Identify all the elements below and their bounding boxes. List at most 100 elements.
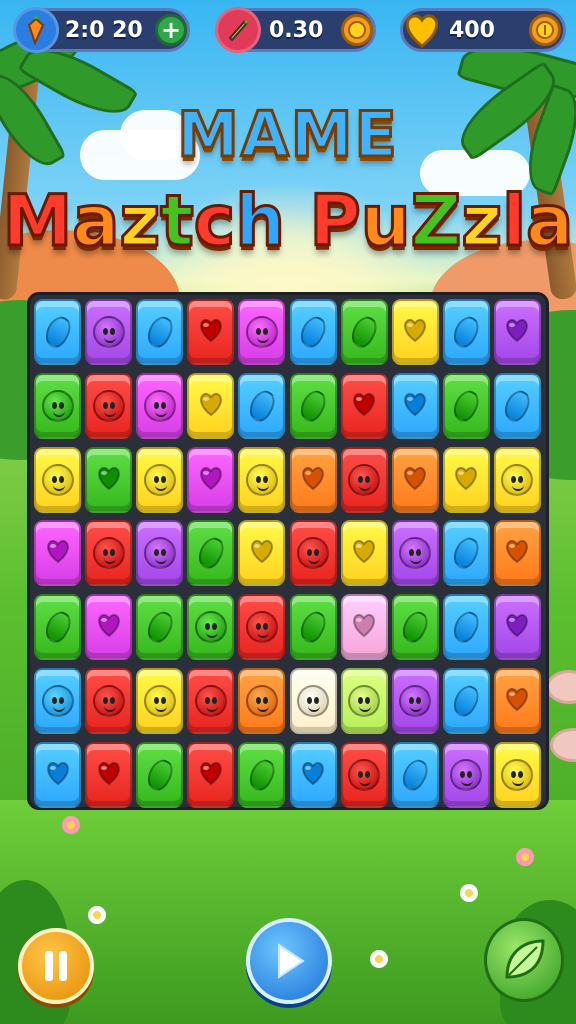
tile-yellow-face[interactable]: [34, 446, 81, 513]
tile-pink-heart[interactable]: [340, 594, 388, 661]
smiley-face-icon: [348, 758, 381, 791]
tile-yellow-face[interactable]: [493, 741, 541, 808]
leaf-button[interactable]: [484, 918, 564, 1002]
plus-icon: +: [160, 16, 182, 44]
tile-red-face[interactable]: [238, 594, 286, 661]
tile-red-heart[interactable]: [85, 741, 133, 808]
tile-blue-face[interactable]: [34, 668, 81, 734]
tile-red-face[interactable]: [85, 372, 133, 439]
tile-blue-bean[interactable]: [136, 299, 184, 365]
tile-red-face[interactable]: [85, 668, 133, 734]
flower: [88, 906, 106, 924]
tile-yellow-face[interactable]: [136, 668, 184, 734]
tile-blue-heart[interactable]: [289, 741, 337, 808]
smiley-face-icon: [245, 611, 278, 644]
heart-icon: [503, 612, 531, 642]
heart-icon: [95, 760, 123, 790]
tile-purple-heart[interactable]: [493, 299, 541, 365]
tile-purple-heart[interactable]: [493, 594, 541, 661]
flower: [516, 848, 534, 866]
tile-magenta-heart[interactable]: [34, 520, 81, 587]
tile-purple-face[interactable]: [391, 668, 439, 734]
smiley-face-icon: [41, 463, 74, 496]
rocket-icon: [215, 7, 261, 53]
heart-icon: [197, 465, 225, 495]
tile-red-face[interactable]: [289, 520, 337, 587]
tile-blue-bean[interactable]: [391, 741, 439, 808]
smiley-face-icon: [245, 463, 278, 496]
tile-orange-face[interactable]: [238, 668, 286, 734]
tile-magenta-face[interactable]: [136, 372, 184, 439]
tile-blue-bean[interactable]: [442, 668, 490, 734]
tile-yellow-face[interactable]: [493, 446, 541, 513]
tile-yellow-heart[interactable]: [187, 372, 235, 439]
tile-green-bean[interactable]: [442, 372, 490, 439]
tile-purple-face[interactable]: [442, 741, 490, 808]
tile-green-face[interactable]: [34, 372, 81, 439]
heart-icon: [452, 465, 480, 495]
heart-icon: [197, 760, 225, 790]
tile-orange-heart[interactable]: [493, 520, 541, 587]
tile-blue-bean[interactable]: [238, 372, 286, 439]
tile-magenta-face[interactable]: [238, 299, 286, 365]
coin-shop-button[interactable]: [529, 14, 561, 46]
tile-green-bean[interactable]: [187, 520, 235, 587]
tile-red-heart[interactable]: [187, 299, 235, 365]
tile-orange-heart[interactable]: [391, 446, 439, 513]
tile-magenta-heart[interactable]: [85, 594, 133, 661]
smiley-face-icon: [143, 685, 176, 717]
tile-blue-bean[interactable]: [442, 520, 490, 587]
tile-red-heart[interactable]: [340, 372, 388, 439]
tile-purple-face[interactable]: [391, 520, 439, 587]
tile-red-face[interactable]: [187, 668, 235, 734]
add-lives-button[interactable]: +: [155, 14, 187, 46]
tile-green-bean[interactable]: [391, 594, 439, 661]
tile-red-heart[interactable]: [187, 741, 235, 808]
heart-icon: [44, 538, 72, 568]
tile-yellow-face[interactable]: [238, 446, 286, 513]
smiley-face-icon: [450, 758, 483, 791]
tile-yellow-heart[interactable]: [391, 299, 439, 365]
tile-red-face[interactable]: [340, 446, 388, 513]
game-scene: 2:0 20 + 0.30 400 MAME Maztch PuZzla: [0, 0, 576, 1024]
tile-orange-heart[interactable]: [493, 668, 541, 734]
heart-icon: [503, 538, 531, 568]
tile-lime-face[interactable]: [340, 668, 388, 734]
tile-green-face[interactable]: [187, 594, 235, 661]
smiley-face-icon: [41, 685, 74, 717]
tile-green-bean[interactable]: [340, 299, 388, 365]
tile-yellow-face[interactable]: [136, 446, 184, 513]
tile-purple-face[interactable]: [136, 520, 184, 587]
lives-counter: 2:0 20 +: [13, 7, 190, 53]
tile-orange-heart[interactable]: [289, 446, 337, 513]
tile-green-bean[interactable]: [238, 741, 286, 808]
lives-value: 2:0 20: [65, 17, 143, 43]
play-button[interactable]: [246, 918, 332, 1004]
tile-red-face[interactable]: [85, 520, 133, 587]
bean-icon: [193, 534, 229, 573]
tile-magenta-heart[interactable]: [187, 446, 235, 513]
tile-blue-bean[interactable]: [289, 299, 337, 365]
tile-green-bean[interactable]: [289, 594, 337, 661]
tile-yellow-heart[interactable]: [340, 520, 388, 587]
tile-purple-face[interactable]: [85, 299, 133, 365]
tile-blue-bean[interactable]: [34, 299, 81, 365]
tile-green-bean[interactable]: [136, 594, 184, 661]
flower: [62, 816, 80, 834]
tile-red-face[interactable]: [340, 741, 388, 808]
tile-blue-bean[interactable]: [493, 372, 541, 439]
tile-green-heart[interactable]: [85, 446, 133, 513]
tile-cream-face[interactable]: [289, 668, 337, 734]
tile-yellow-heart[interactable]: [442, 446, 490, 513]
tile-blue-heart[interactable]: [34, 741, 81, 808]
heart-icon: [350, 612, 378, 642]
tile-green-bean[interactable]: [136, 741, 184, 808]
pause-button[interactable]: [18, 928, 94, 1004]
rocket-coin-button[interactable]: [341, 14, 373, 46]
tile-green-bean[interactable]: [289, 372, 337, 439]
tile-blue-bean[interactable]: [442, 594, 490, 661]
tile-blue-bean[interactable]: [442, 299, 490, 365]
tile-green-bean[interactable]: [34, 594, 81, 661]
tile-yellow-heart[interactable]: [238, 520, 286, 587]
tile-blue-heart[interactable]: [391, 372, 439, 439]
